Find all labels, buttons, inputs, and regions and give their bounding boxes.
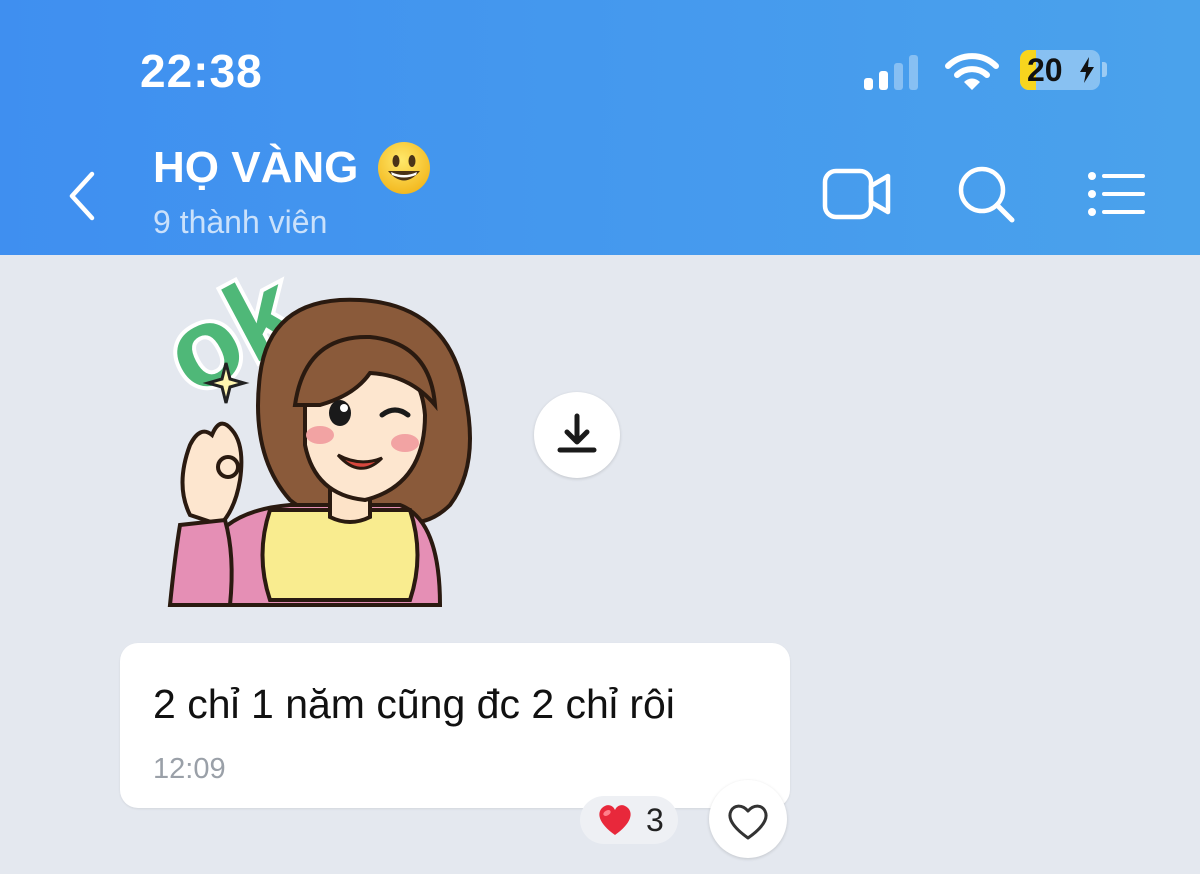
battery-icon: 20 (1020, 50, 1100, 90)
chat-title-row[interactable]: HỌ VÀNG (153, 140, 432, 196)
message-time: 12:09 (153, 753, 226, 785)
menu-list-icon[interactable] (1086, 170, 1146, 218)
signal-icon (864, 54, 924, 90)
reaction-summary[interactable]: 3 (580, 796, 678, 844)
smiley-emoji-icon (378, 142, 431, 194)
battery-cap (1102, 62, 1107, 77)
message-text: 2 chỉ 1 năm cũng đc 2 chỉ rôi (153, 681, 675, 727)
download-sticker-button[interactable] (534, 392, 620, 478)
status-time: 22:38 (140, 45, 263, 97)
reaction-count: 3 (646, 801, 664, 838)
like-button[interactable] (709, 780, 787, 858)
wifi-icon (945, 53, 999, 90)
charging-bolt-icon (1080, 57, 1094, 83)
download-icon (557, 413, 597, 453)
ok-girl-sticker[interactable]: ok (120, 255, 490, 625)
message-bubble[interactable]: 2 chỉ 1 năm cũng đc 2 chỉ rôi 12:09 (120, 643, 790, 808)
red-heart-icon (599, 805, 631, 835)
back-icon[interactable] (62, 168, 102, 224)
battery-percent: 20 (1027, 52, 1063, 88)
chat-header: 22:38 20 HỌ VÀNG 9 thành viên (0, 0, 1200, 255)
search-icon[interactable] (956, 164, 1016, 224)
chat-title: HỌ VÀNG (153, 143, 359, 192)
chat-member-count: 9 thành viên (153, 204, 328, 240)
heart-outline-icon (728, 804, 768, 840)
video-call-icon[interactable] (822, 166, 892, 222)
